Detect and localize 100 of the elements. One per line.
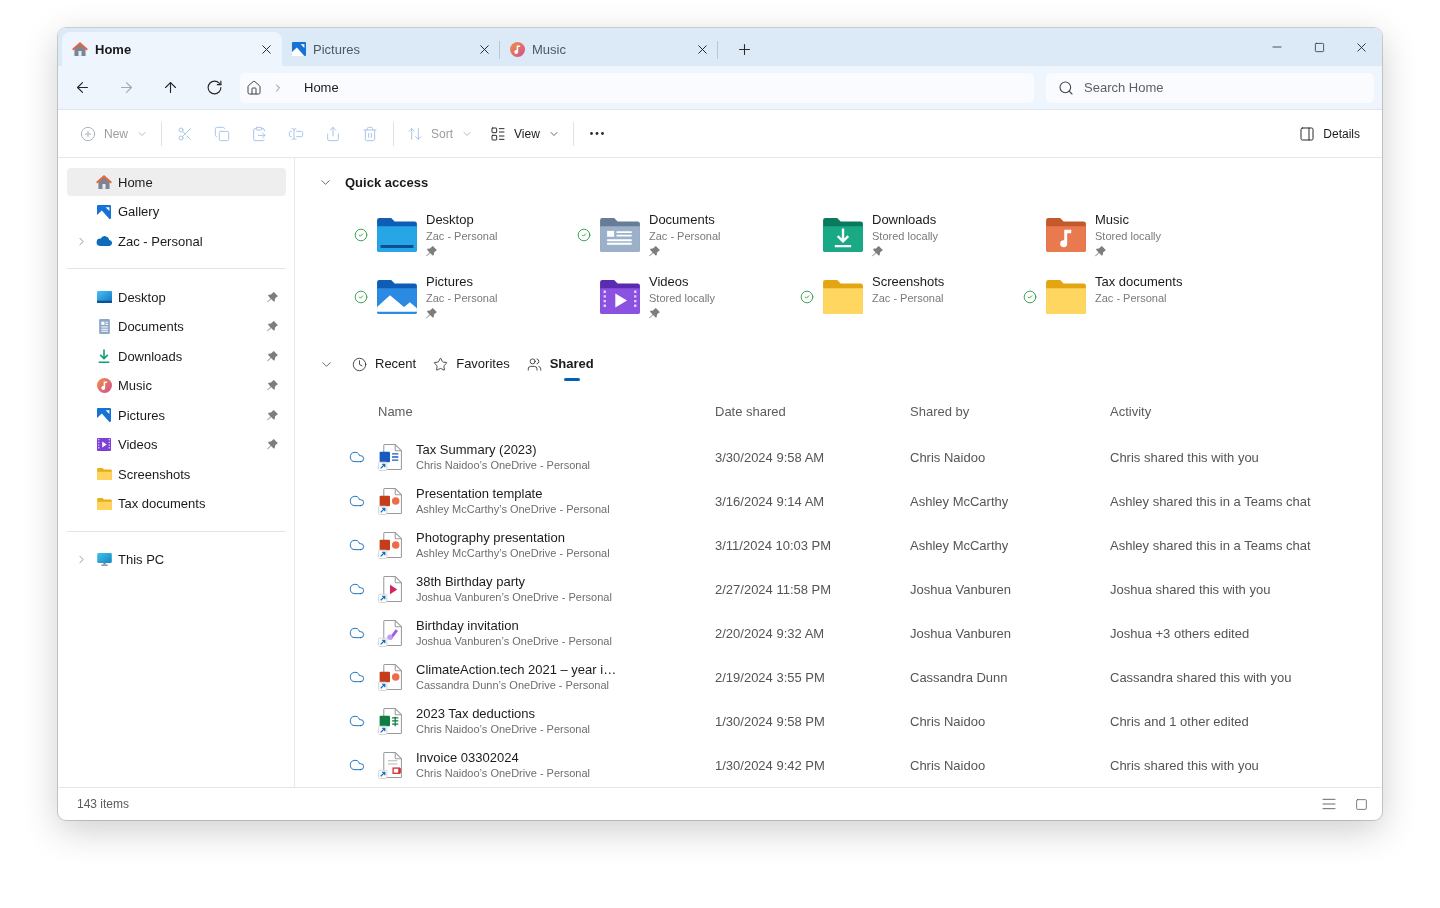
cloud-icon	[349, 537, 365, 553]
maximize-icon	[1313, 41, 1325, 53]
sidebar-item[interactable]: Screenshots	[67, 460, 286, 488]
column-header[interactable]: Name	[378, 401, 413, 421]
file-name[interactable]: 38th Birthday party	[416, 573, 612, 590]
sidebar-item[interactable]: Documents	[67, 312, 286, 341]
sidebar-item[interactable]: This PC	[67, 545, 286, 574]
file-name[interactable]: Photography presentation	[416, 529, 610, 546]
folder-name[interactable]: Desktop	[426, 212, 474, 228]
sidebar-item[interactable]: Music	[67, 371, 286, 400]
folder-name[interactable]: Tax documents	[1095, 274, 1183, 290]
folder-name[interactable]: Videos	[649, 274, 689, 290]
sidebar-item[interactable]: Tax documents	[67, 489, 286, 518]
home-icon[interactable]	[246, 79, 262, 96]
square-icon	[1354, 797, 1368, 811]
section-tab[interactable]: Favorites	[427, 346, 516, 382]
file-name[interactable]: Tax Summary (2023)	[416, 441, 591, 458]
shared-by-cell: Chris Naidoo	[910, 713, 986, 729]
file-location: Joshua Vanburen’s OneDrive - Personal	[416, 589, 612, 605]
cloud-icon	[349, 581, 365, 597]
presentation-file-icon	[378, 487, 402, 515]
folder-icon[interactable]	[823, 218, 863, 252]
file-name[interactable]: Presentation template	[416, 485, 610, 502]
date-cell: 2/27/2024 11:58 PM	[715, 581, 832, 597]
copy-icon	[214, 125, 230, 142]
details-button[interactable]: Details	[1293, 117, 1366, 150]
date-cell: 1/30/2024 9:58 PM	[715, 713, 825, 729]
folder-location: Zac - Personal	[426, 291, 498, 306]
cloud-icon	[349, 493, 365, 509]
image-icon	[97, 204, 111, 219]
address-field[interactable]: Home	[240, 72, 1034, 103]
file-location: Joshua Vanburen’s OneDrive - Personal	[416, 633, 612, 649]
column-header[interactable]: Date shared	[715, 401, 786, 421]
window-tab[interactable]: Home	[62, 32, 282, 66]
item-count: 143 items	[77, 797, 130, 811]
panel-icon	[1299, 125, 1316, 142]
sidebar-item[interactable]: Gallery	[67, 197, 286, 226]
file-name[interactable]: Invoice 03302024	[416, 749, 591, 766]
sidebar-item[interactable]: Videos	[67, 430, 286, 459]
section-header[interactable]: Quick access	[315, 168, 433, 196]
window-tab[interactable]: Music	[500, 32, 718, 66]
shared-by-cell: Joshua Vanburen	[910, 625, 1011, 641]
folder-name[interactable]: Music	[1095, 212, 1129, 228]
more-icon	[589, 132, 604, 135]
shared-by-cell: Chris Naidoo	[910, 449, 986, 465]
folder-icon[interactable]	[600, 218, 640, 252]
list-icon	[490, 125, 507, 142]
house-icon	[96, 175, 112, 189]
date-cell: 2/19/2024 3:55 PM	[715, 669, 825, 685]
date-cell: 2/20/2024 9:32 AM	[715, 625, 825, 641]
shared-by-cell: Ashley McCarthy	[910, 493, 1009, 509]
folder-name[interactable]: Documents	[649, 212, 715, 228]
cloud-icon	[349, 757, 365, 773]
file-name[interactable]: ClimateAction.tech 2021 – year i…	[416, 661, 617, 678]
folder-icon[interactable]	[1046, 218, 1086, 252]
document-icon	[98, 319, 110, 334]
search-icon	[1058, 79, 1074, 96]
file-location: Chris Naidoo’s OneDrive - Personal	[416, 721, 591, 737]
activity-cell: Cassandra shared this with you	[1110, 669, 1292, 685]
sidebar-item[interactable]: Home	[67, 168, 286, 196]
search-field[interactable]: Search Home	[1046, 72, 1374, 103]
view-button[interactable]: View	[484, 117, 566, 150]
plus-circle-icon	[80, 125, 96, 142]
sidebar-item[interactable]: Pictures	[67, 401, 286, 429]
folder-icon[interactable]	[377, 280, 417, 314]
folder-location: Zac - Personal	[649, 229, 721, 244]
activity-cell: Ashley shared this in a Teams chat	[1110, 493, 1311, 509]
trash-icon	[362, 125, 378, 142]
sidebar-item[interactable]: Zac - Personal	[67, 227, 286, 255]
scissors-icon	[177, 125, 193, 142]
folder-name[interactable]: Pictures	[426, 274, 473, 290]
folder-location: Zac - Personal	[1095, 291, 1167, 306]
shared-by-cell: Chris Naidoo	[910, 757, 986, 773]
file-name[interactable]: 2023 Tax deductions	[416, 705, 591, 722]
image-icon	[292, 42, 306, 56]
folder-name[interactable]: Downloads	[872, 212, 937, 228]
sidebar-item[interactable]: Downloads	[67, 342, 286, 370]
video-file-icon	[378, 575, 402, 603]
download-icon	[98, 349, 110, 363]
section-tab[interactable]: Recent	[346, 346, 423, 382]
file-location: Chris Naidoo’s OneDrive - Personal	[416, 765, 591, 781]
lines-icon	[1321, 796, 1337, 812]
shared-by-cell: Ashley McCarthy	[910, 537, 1009, 553]
window-tab[interactable]: Pictures	[282, 32, 500, 66]
file-location: Cassandra Dunn’s OneDrive - Personal	[416, 677, 610, 693]
folder-icon	[96, 468, 112, 480]
breadcrumb[interactable]: Home	[300, 78, 343, 97]
section-tab[interactable]: Shared	[520, 346, 600, 382]
sidebar-item[interactable]: Desktop	[67, 283, 286, 311]
cloud-icon	[349, 625, 365, 641]
clock-icon	[352, 356, 367, 372]
activity-cell: Chris shared this with you	[1110, 757, 1259, 773]
file-name[interactable]: Birthday invitation	[416, 617, 612, 634]
column-header[interactable]: Activity	[1110, 401, 1152, 421]
column-header[interactable]: Shared by	[910, 401, 970, 421]
file-location: Ashley McCarthy’s OneDrive - Personal	[416, 501, 610, 517]
folder-icon[interactable]	[600, 280, 640, 314]
folder-location: Stored locally	[649, 291, 716, 306]
folder-icon[interactable]	[377, 218, 417, 252]
folder-name[interactable]: Screenshots	[872, 274, 945, 290]
